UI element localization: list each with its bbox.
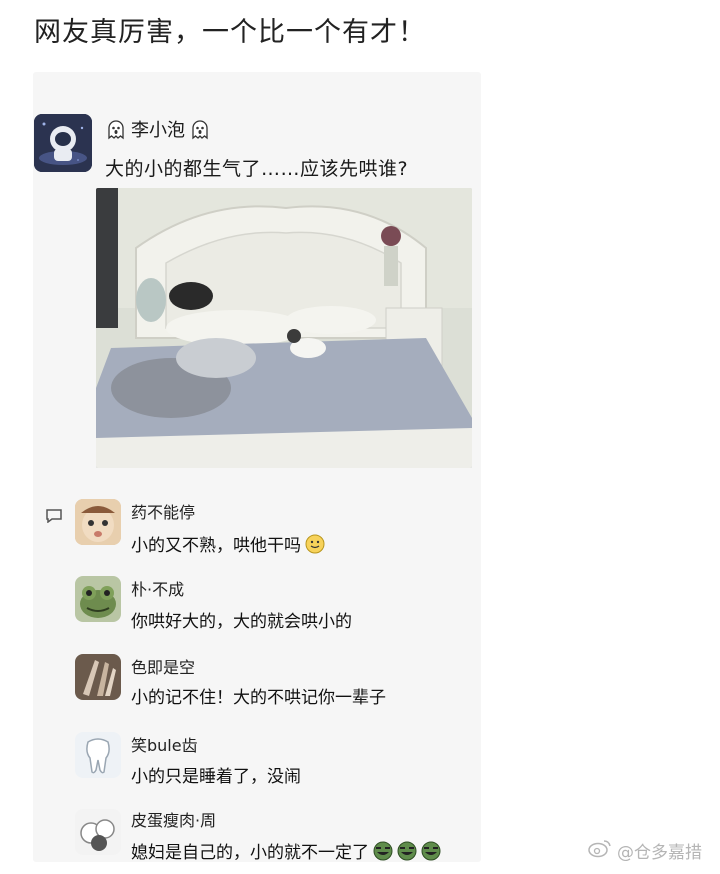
post-author-avatar[interactable] [34,114,92,172]
ghost-icon [105,118,127,140]
post-author-label: 李小泡 [131,120,185,141]
comment-text-label: 你哄好大的，大的就会哄小的 [131,612,352,632]
comment-username[interactable]: 笑bule齿 [131,732,198,756]
post-text: 大的小的都生气了……应该先哄谁? [105,158,409,180]
comment-bubble-icon[interactable] [45,508,63,524]
comment-avatar[interactable] [75,809,121,855]
comment-text: 小的又不熟，哄他干吗 [131,531,325,556]
comment-text: 小的只是睡着了，没闹 [131,762,301,787]
ghost-icon [189,118,211,140]
page-headline: 网友真厉害，一个比一个有才！ [34,17,426,48]
comment-text-label: 小的只是睡着了，没闹 [131,767,301,787]
comment-text-label: 小的记不住！大的不哄记你一辈子 [131,688,386,708]
comment-avatar[interactable] [75,732,121,778]
comment-text: 你哄好大的，大的就会哄小的 [131,607,352,632]
smile-emoji-icon [305,534,325,554]
post-photo[interactable] [96,188,472,468]
watermark-text: @仓多嘉措 [617,843,702,863]
comment-text-label: 小的又不熟，哄他干吗 [131,536,301,556]
comment-username[interactable]: 朴·不成 [131,576,184,600]
weibo-logo-icon [588,838,612,863]
comment-text: 媳妇是自己的，小的就不一定了 [131,838,441,863]
comment-username[interactable]: 色即是空 [131,654,195,678]
laugh-cry-emoji-icon [397,841,417,861]
watermark: @仓多嘉措 [588,838,702,863]
laugh-cry-emoji-icon [373,841,393,861]
post-card: 李小泡 大的小的都生气了……应该先哄谁? 药不能停 小的又不熟，哄他干吗 朴·不… [33,72,481,863]
comment-username[interactable]: 药不能停 [131,499,195,523]
comment-avatar[interactable] [75,499,121,545]
comment-avatar[interactable] [75,576,121,622]
post-author-name[interactable]: 李小泡 [105,116,211,142]
comment-avatar[interactable] [75,654,121,700]
comment-username[interactable]: 皮蛋瘦肉·周 [131,807,216,831]
comment-text-label: 媳妇是自己的，小的就不一定了 [131,843,369,863]
comment-text: 小的记不住！大的不哄记你一辈子 [131,683,386,708]
laugh-cry-emoji-icon [421,841,441,861]
